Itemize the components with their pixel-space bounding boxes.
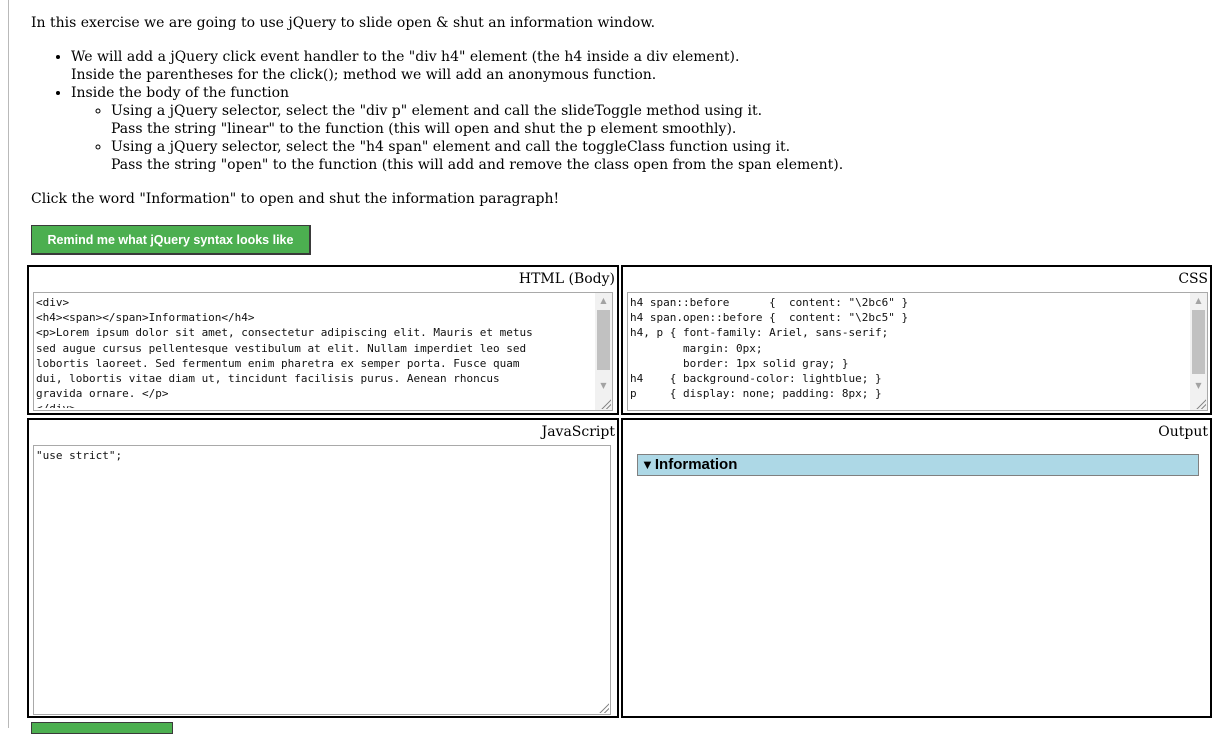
steps-list: We will add a jQuery click event handler…	[31, 48, 843, 174]
step-text: Pass the string "open" to the function (…	[111, 157, 844, 173]
html-code[interactable]: <div> <h4><span></span>Information</h4> …	[36, 295, 592, 408]
click-note: Click the word "Information" to open and…	[31, 191, 560, 207]
output-panel: Output ▼Information	[621, 418, 1212, 718]
list-item: Using a jQuery selector, select the "div…	[111, 102, 843, 138]
information-label[interactable]: Information	[655, 456, 738, 473]
intro-text: In this exercise we are going to use jQu…	[31, 15, 656, 31]
css-code[interactable]: h4 span::before { content: "\2bc6" } h4 …	[630, 295, 1187, 408]
scrollbar[interactable]: ▲ ▼	[1190, 293, 1207, 410]
scroll-up-icon[interactable]: ▲	[595, 293, 612, 309]
panel-title: CSS	[1178, 271, 1208, 287]
scroll-down-icon[interactable]: ▼	[1190, 378, 1207, 394]
information-heading[interactable]: ▼Information	[637, 454, 1199, 476]
list-item: Inside the body of the function Using a …	[71, 84, 843, 174]
js-code[interactable]: "use strict";	[36, 448, 608, 712]
html-editor[interactable]: <div> <h4><span></span>Information</h4> …	[33, 292, 613, 411]
step-text: Inside the body of the function	[71, 85, 290, 101]
css-panel: CSS h4 span::before { content: "\2bc6" }…	[621, 265, 1212, 415]
panel-title: HTML (Body)	[518, 271, 615, 287]
list-item: We will add a jQuery click event handler…	[71, 48, 843, 84]
js-panel: JavaScript "use strict";	[27, 418, 619, 718]
bottom-button[interactable]	[31, 722, 173, 734]
sub-steps-list: Using a jQuery selector, select the "div…	[71, 102, 843, 174]
scroll-thumb[interactable]	[597, 310, 610, 370]
resize-grip-icon[interactable]	[597, 701, 609, 713]
scrollbar[interactable]: ▲ ▼	[595, 293, 612, 410]
page-left-border	[8, 0, 9, 728]
css-editor[interactable]: h4 span::before { content: "\2bc6" } h4 …	[627, 292, 1208, 411]
resize-grip-icon[interactable]	[1194, 397, 1206, 409]
output-frame: ▼Information	[637, 454, 1199, 476]
step-text: Using a jQuery selector, select the "h4 …	[111, 139, 791, 155]
scroll-down-icon[interactable]: ▼	[595, 378, 612, 394]
step-text: Using a jQuery selector, select the "div…	[111, 103, 763, 119]
step-text: We will add a jQuery click event handler…	[71, 49, 740, 65]
panel-title: Output	[1158, 424, 1208, 440]
step-text: Pass the string "linear" to the function…	[111, 121, 737, 137]
remind-syntax-button[interactable]: Remind me what jQuery syntax looks like	[31, 225, 311, 255]
panel-title: JavaScript	[541, 424, 615, 440]
step-text: Inside the parentheses for the click(); …	[71, 67, 657, 83]
triangle-down-icon: ▼	[641, 457, 654, 472]
js-editor[interactable]: "use strict";	[33, 445, 611, 715]
scroll-thumb[interactable]	[1192, 310, 1205, 374]
html-panel: HTML (Body) <div> <h4><span></span>Infor…	[27, 265, 619, 415]
resize-grip-icon[interactable]	[599, 397, 611, 409]
list-item: Using a jQuery selector, select the "h4 …	[111, 138, 843, 174]
scroll-up-icon[interactable]: ▲	[1190, 293, 1207, 309]
